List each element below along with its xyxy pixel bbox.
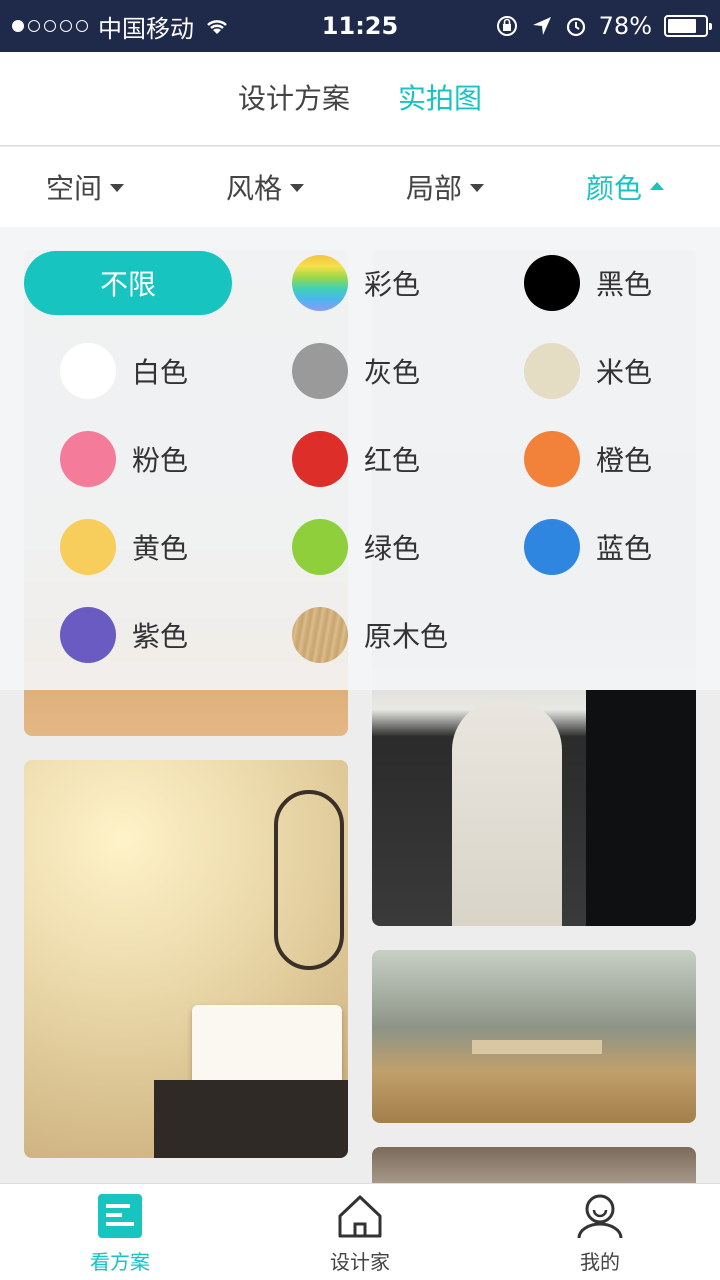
color-option-label: 白色 [132, 356, 189, 389]
status-bar: 中国移动 11:25 78% [0, 0, 720, 52]
bottom-nav: 看方案 设计家 我的 [0, 1183, 720, 1280]
rotation-lock-icon [496, 16, 517, 36]
photo-card[interactable] [24, 760, 348, 1158]
color-option-wood[interactable]: 原木色 [292, 607, 448, 663]
filter-bar: 空间 风格 局部 颜色 [0, 147, 720, 227]
color-option-label: 米色 [596, 356, 653, 389]
color-option-label: 绿色 [364, 532, 421, 565]
color-option-blue[interactable]: 蓝色 [524, 519, 652, 575]
nav-label: 设计家 [330, 1250, 390, 1274]
nav-label: 看方案 [90, 1250, 150, 1274]
color-option-white[interactable]: 白色 [60, 343, 188, 399]
yellow-swatch [60, 519, 116, 575]
filter-space-label: 空间 [46, 172, 103, 205]
multicolor-swatch [292, 255, 348, 311]
filter-color-label: 颜色 [586, 172, 643, 205]
caret-up-icon [650, 182, 665, 190]
color-option-pink[interactable]: 粉色 [60, 431, 188, 487]
color-option-beige[interactable]: 米色 [524, 343, 652, 399]
color-option-label: 红色 [364, 444, 421, 477]
caret-down-icon [290, 184, 305, 192]
black-swatch [524, 255, 580, 311]
color-option-orange[interactable]: 橙色 [524, 431, 652, 487]
nav-mine[interactable]: 我的 [480, 1184, 720, 1280]
gray-swatch [292, 343, 348, 399]
color-option-label: 灰色 [364, 356, 421, 389]
tab-real-photos[interactable]: 实拍图 [398, 52, 482, 146]
caret-down-icon [110, 184, 125, 192]
purple-swatch [60, 607, 116, 663]
house-icon [338, 1195, 382, 1238]
orange-swatch [524, 431, 580, 487]
color-option-label: 黄色 [132, 532, 189, 565]
filter-color[interactable]: 颜色 [586, 147, 665, 227]
nav-view-plans[interactable]: 看方案 [0, 1184, 240, 1280]
alarm-icon [566, 17, 585, 37]
color-option-label: 粉色 [132, 444, 189, 477]
filter-area-label: 局部 [406, 172, 463, 205]
filter-area[interactable]: 局部 [406, 147, 485, 227]
color-option-label: 蓝色 [596, 532, 653, 565]
document-icon [98, 1194, 142, 1238]
caret-down-icon [470, 184, 485, 192]
color-option-label: 紫色 [132, 620, 189, 653]
color-option-label: 原木色 [364, 620, 449, 653]
color-dropdown: 不限 彩色 黑色 白色 灰色 米色 粉色 红色 橙色 黄色 绿色 蓝色 紫色 原… [0, 227, 720, 690]
green-swatch [292, 519, 348, 575]
battery-icon [664, 15, 712, 37]
white-swatch [60, 343, 116, 399]
pink-swatch [60, 431, 116, 487]
blue-swatch [524, 519, 580, 575]
beige-swatch [524, 343, 580, 399]
color-option-label: 黑色 [596, 268, 653, 301]
color-option-black[interactable]: 黑色 [524, 255, 652, 311]
battery-percent: 78% [598, 12, 652, 40]
user-icon [577, 1194, 623, 1239]
color-option-red[interactable]: 红色 [292, 431, 420, 487]
filter-style-label: 风格 [226, 172, 283, 205]
tab-design-plans[interactable]: 设计方案 [238, 52, 350, 146]
color-option-multicolor[interactable]: 彩色 [292, 255, 420, 311]
nav-designers[interactable]: 设计家 [240, 1184, 480, 1280]
color-option-purple[interactable]: 紫色 [60, 607, 188, 663]
wood-swatch [292, 607, 348, 663]
color-option-yellow[interactable]: 黄色 [60, 519, 188, 575]
color-option-label: 橙色 [596, 444, 653, 477]
location-arrow-icon [532, 17, 551, 35]
color-any-button[interactable]: 不限 [24, 251, 232, 315]
filter-style[interactable]: 风格 [226, 147, 305, 227]
color-option-label: 彩色 [364, 268, 421, 301]
top-tab-bar: 设计方案 实拍图 [0, 52, 720, 146]
color-option-gray[interactable]: 灰色 [292, 343, 420, 399]
photo-card[interactable] [372, 950, 696, 1123]
nav-label: 我的 [580, 1250, 620, 1274]
red-swatch [292, 431, 348, 487]
color-option-green[interactable]: 绿色 [292, 519, 420, 575]
status-bar-right: 78% [495, 0, 712, 52]
filter-space[interactable]: 空间 [46, 147, 125, 227]
